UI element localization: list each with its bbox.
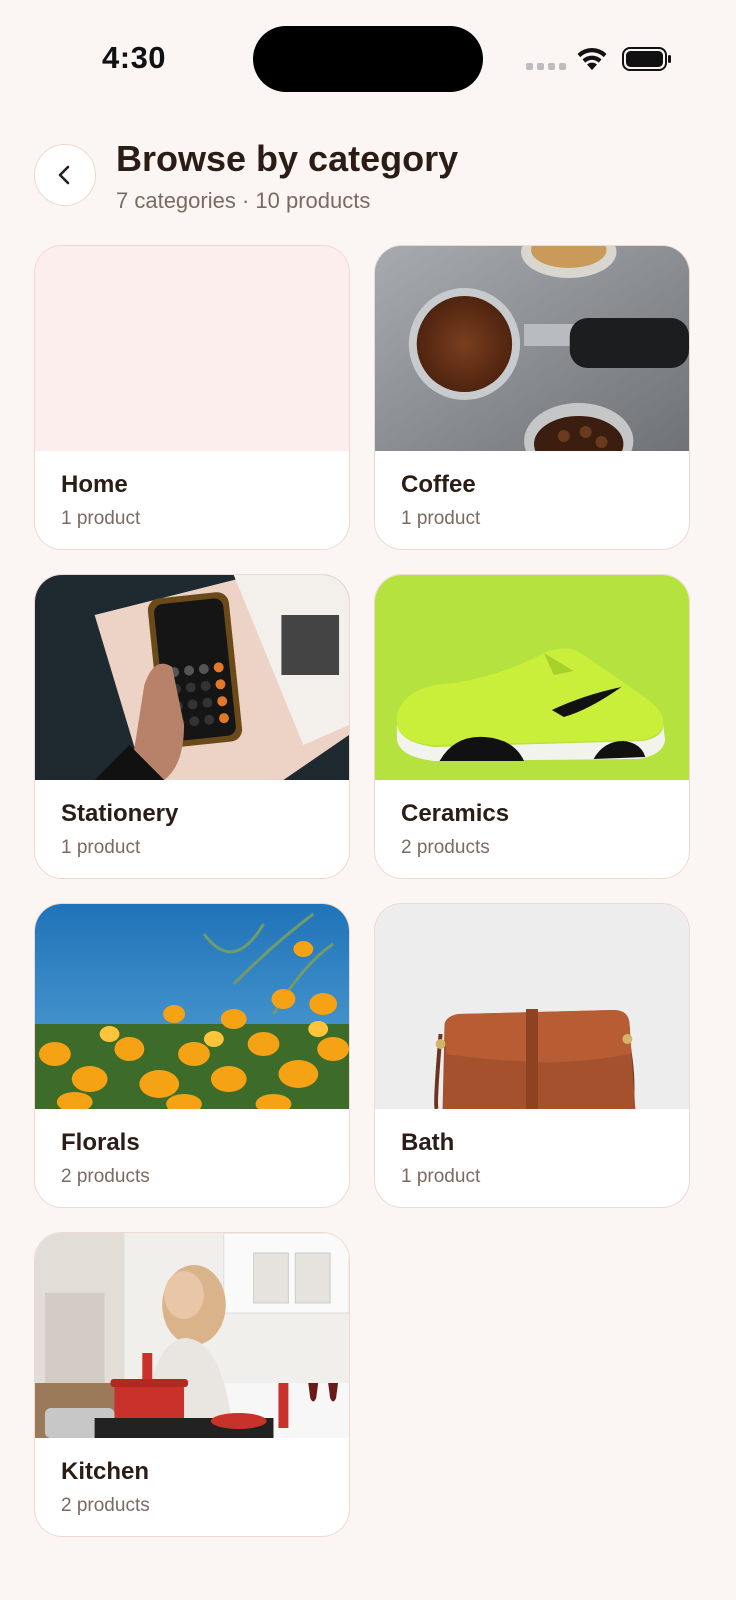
page-title: Browse by category [116,138,459,179]
category-card-stationery[interactable]: Stationery 1 product [34,574,350,879]
category-image-kitchen [35,1233,349,1438]
category-image-home [35,246,349,451]
category-name: Home [61,471,128,498]
battery-icon [622,47,671,71]
category-name: Stationery [61,800,179,827]
category-count: 1 product [401,1166,481,1187]
category-count: 2 products [401,837,490,858]
category-count: 1 product [61,837,141,858]
category-grid: Home 1 product Coffee 1 product Statione… [34,245,690,1537]
category-image-ceramics [375,575,689,780]
status-time: 4:30 [102,40,167,75]
browse-by-category-screen: 4:30 Browse by category 7 categories · 1… [0,0,736,1600]
cellular-signal-icon [526,63,566,70]
category-count: 2 products [61,1495,150,1516]
category-card-bath[interactable]: Bath 1 product [374,903,690,1208]
category-card-florals[interactable]: Florals 2 products [34,903,350,1208]
status-bar: 4:30 [0,0,736,110]
category-card-home[interactable]: Home 1 product [34,245,350,550]
page-subtitle: 7 categories · 10 products [116,188,371,213]
category-image-bath [375,904,689,1109]
category-name: Bath [401,1129,455,1156]
category-card-kitchen[interactable]: Kitchen 2 products [34,1232,350,1537]
wifi-icon [577,47,607,70]
category-count: 2 products [61,1166,150,1187]
category-card-coffee[interactable]: Coffee 1 product [374,245,690,550]
dynamic-island [253,26,483,92]
category-card-ceramics[interactable]: Ceramics 2 products [374,574,690,879]
category-name: Coffee [401,471,476,498]
category-image-coffee [375,246,689,451]
category-image-stationery [35,575,349,780]
category-name: Kitchen [61,1458,150,1485]
category-name: Florals [61,1129,140,1156]
chevron-left-icon [58,165,70,185]
back-button[interactable] [34,144,96,206]
category-image-florals [35,904,349,1109]
category-name: Ceramics [401,800,510,827]
category-count: 1 product [61,508,141,529]
category-count: 1 product [401,508,481,529]
